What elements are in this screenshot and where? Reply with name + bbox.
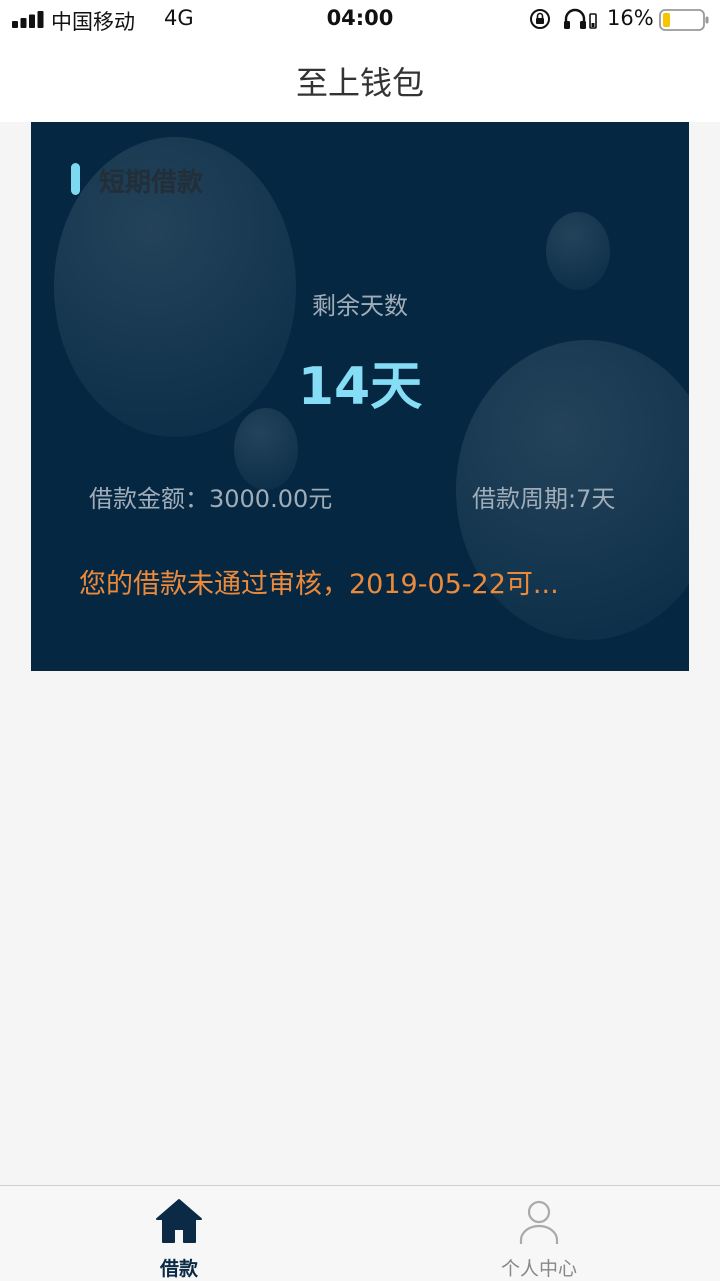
- tab-loan[interactable]: 借款: [89, 1186, 269, 1281]
- loan-period: 借款周期:7天: [472, 485, 616, 513]
- headphone-icon: [564, 8, 597, 29]
- tab-label: 借款: [159, 1258, 198, 1280]
- decorative-bubble: [546, 212, 610, 290]
- tab-profile[interactable]: 个人中心: [449, 1186, 629, 1281]
- loan-status-message: 您的借款未通过审核，2019-05-22可...: [79, 569, 559, 600]
- battery-percentage: 16%: [607, 6, 654, 30]
- decorative-bubble: [234, 408, 298, 490]
- tab-label: 个人中心: [500, 1258, 577, 1280]
- home-icon: [156, 1199, 202, 1243]
- loan-card[interactable]: 短期借款 剩余天数 14天 借款金额：3000.00元 借款周期:7天 您的借款…: [31, 122, 689, 671]
- user-icon: [519, 1200, 559, 1244]
- battery-icon: [659, 9, 709, 31]
- loan-type-label: 短期借款: [99, 168, 204, 198]
- tab-bar: 借款 个人中心: [0, 1185, 720, 1281]
- tag-indicator-bar: [71, 163, 80, 195]
- navigation-bar: 至上钱包: [0, 40, 720, 122]
- rotation-lock-icon: [530, 9, 550, 29]
- remaining-days-label: 剩余天数: [312, 292, 408, 320]
- page-title: 至上钱包: [295, 64, 424, 102]
- status-bar: 中国移动 4G 04:00 16%: [0, 0, 720, 40]
- loan-amount: 借款金额：3000.00元: [89, 485, 333, 513]
- remaining-days-value: 14天: [297, 357, 423, 417]
